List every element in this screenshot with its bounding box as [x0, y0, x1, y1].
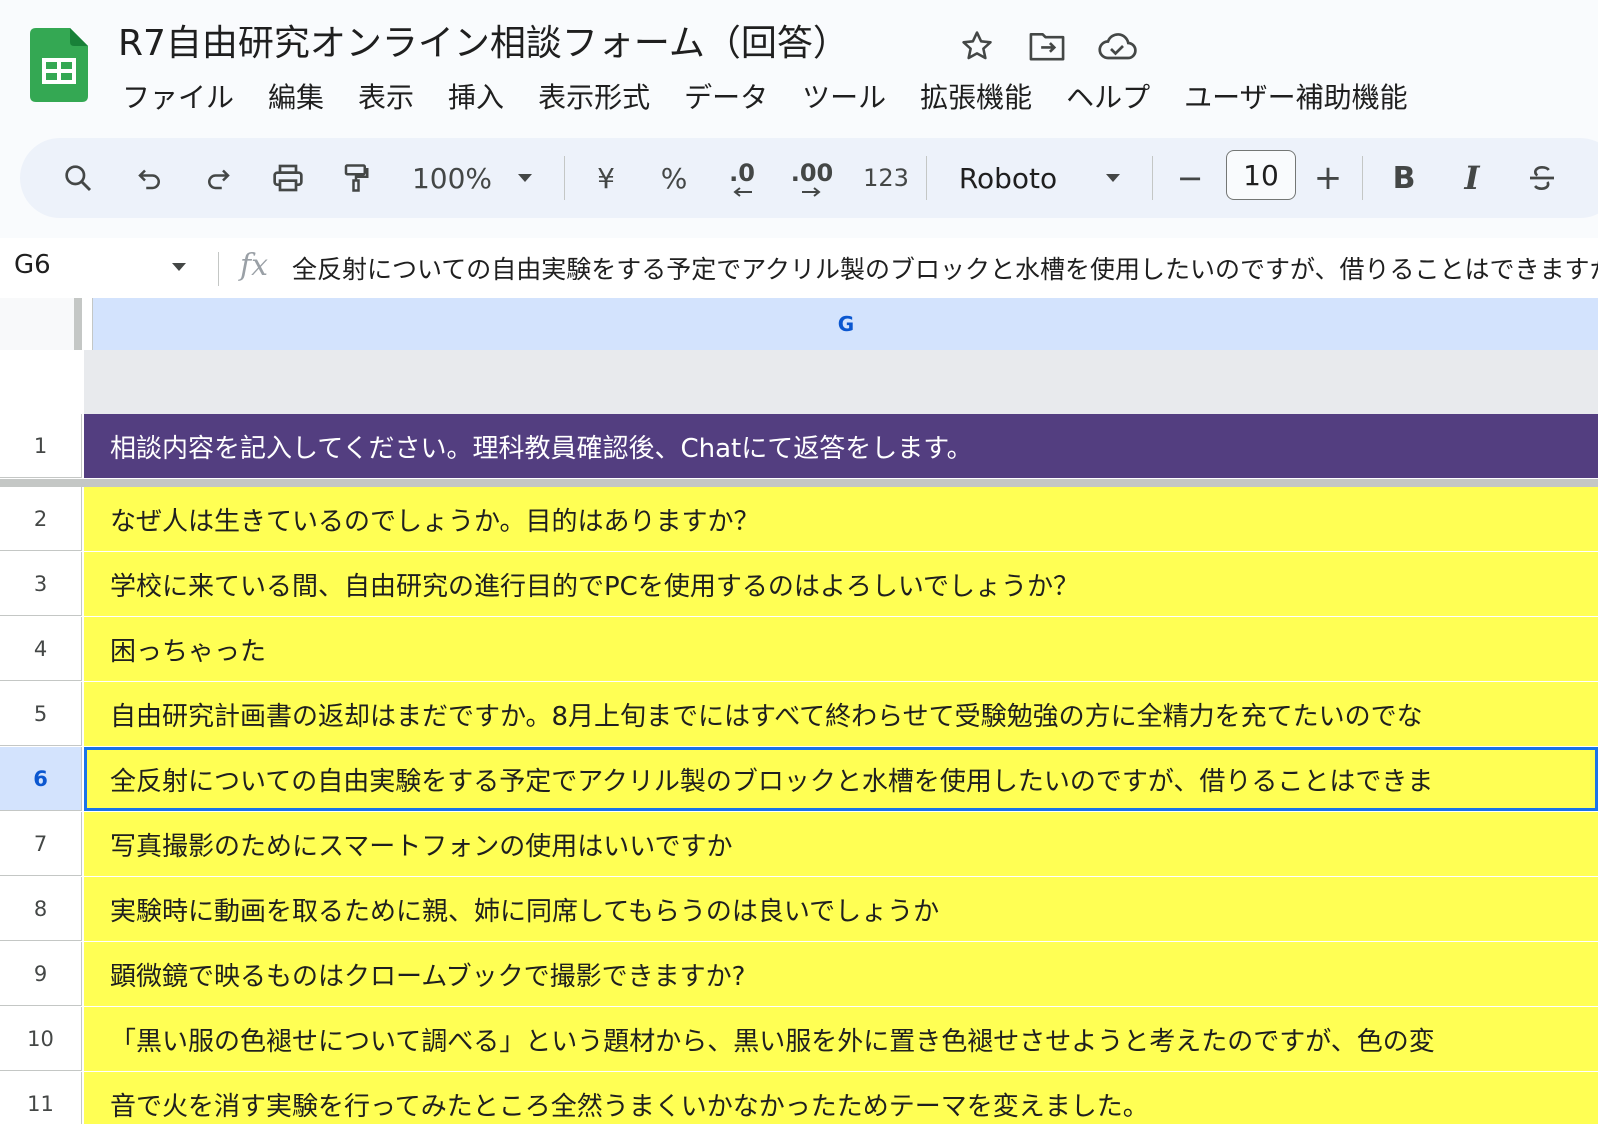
spreadsheet-grid: G 1 相談内容を記入してください。理科教員確認後、Chatにて返答をします。 … [0, 298, 1598, 1124]
paint-format-icon[interactable] [334, 138, 378, 218]
number-format-button[interactable]: 123 [856, 138, 916, 218]
menu-edit[interactable]: 編集 [268, 76, 324, 116]
row-header[interactable]: 1 [0, 414, 82, 478]
name-box-dropdown-icon[interactable] [170, 258, 188, 277]
table-row: 8 実験時に動画を取るために親、姉に同席してもらうのは良いでしょうか [0, 877, 1598, 942]
star-icon[interactable] [955, 26, 999, 66]
menu-format[interactable]: 表示形式 [538, 76, 650, 116]
menu-file[interactable]: ファイル [122, 76, 234, 116]
menu-help[interactable]: ヘルプ [1066, 76, 1150, 116]
data-cell[interactable]: 困っちゃった [84, 617, 1598, 681]
menu-data[interactable]: データ [684, 76, 768, 116]
undo-icon[interactable] [128, 138, 172, 218]
row-header-selected[interactable]: 6 [0, 747, 82, 811]
toolbar-divider [1152, 156, 1153, 200]
freeze-column-handle[interactable] [74, 298, 82, 350]
menu-extensions[interactable]: 拡張機能 [920, 76, 1032, 116]
table-row: 5 自由研究計画書の返却はまだですか。8月上旬までにはすべて終わらせて受験勉強の… [0, 682, 1598, 747]
column-header-g[interactable]: G [92, 298, 1598, 351]
sheets-logo-icon[interactable] [30, 28, 88, 102]
percent-format-button[interactable]: % [654, 138, 694, 218]
header-cell[interactable]: 相談内容を記入してください。理科教員確認後、Chatにて返答をします。 [84, 414, 1598, 478]
row-header[interactable]: 7 [0, 812, 82, 876]
table-row: 6 全反射についての自由実験をする予定でアクリル製のブロックと水槽を使用したいの… [0, 747, 1598, 812]
decrease-decimal-button[interactable]: .0 [720, 138, 764, 218]
font-size-input[interactable]: 10 [1226, 150, 1296, 200]
menu-accessibility[interactable]: ユーザー補助機能 [1184, 76, 1407, 116]
menu-tools[interactable]: ツール [802, 76, 886, 116]
font-dropdown-icon[interactable] [1098, 138, 1128, 218]
data-cell[interactable]: 音で火を消す実験を行ってみたところ全然うまくいかなかったためテーマを変えました。 [84, 1072, 1598, 1124]
menu-bar: ファイル 編集 表示 挿入 表示形式 データ ツール 拡張機能 ヘルプ ユーザー… [122, 76, 1408, 116]
filler-row [0, 350, 1598, 415]
data-cell[interactable]: 顕微鏡で映るものはクロームブックで撮影できますか? [84, 942, 1598, 1006]
toolbar-divider [1362, 156, 1363, 200]
zoom-select[interactable]: 100% [402, 138, 502, 218]
row-header[interactable]: 5 [0, 682, 82, 746]
redo-icon[interactable] [196, 138, 240, 218]
formula-bar: G6 fx 全反射についての自由実験をする予定でアクリル製のブロックと水槽を使用… [0, 238, 1598, 299]
select-all-corner[interactable] [0, 298, 82, 351]
menu-view[interactable]: 表示 [358, 76, 414, 116]
arrow-right-icon [802, 187, 821, 197]
decrease-font-size-button[interactable]: − [1170, 138, 1210, 218]
toolbar: 100% ¥ % .0 .00 123 Roboto − + B I [20, 138, 1598, 218]
arrow-left-icon [733, 187, 752, 197]
bold-button[interactable]: B [1384, 138, 1424, 218]
zoom-dropdown-icon[interactable] [510, 138, 540, 218]
menu-insert[interactable]: 挿入 [448, 76, 504, 116]
table-row: 3 学校に来ている間、自由研究の進行目的でPCを使用するのはよろしいでしょうか？ [0, 552, 1598, 617]
strikethrough-icon[interactable] [1520, 138, 1564, 218]
table-row: 10 「黒い服の色褪せについて調べる」という題材から、黒い服を外に置き色褪せさせ… [0, 1007, 1598, 1072]
italic-button[interactable]: I [1452, 138, 1492, 218]
increase-font-size-button[interactable]: + [1308, 138, 1348, 218]
increase-decimal-button[interactable]: .00 [788, 138, 836, 218]
table-row: 9 顕微鏡で映るものはクロームブックで撮影できますか? [0, 942, 1598, 1007]
table-row: 1 相談内容を記入してください。理科教員確認後、Chatにて返答をします。 [0, 414, 1598, 479]
freeze-row-divider[interactable] [0, 479, 1598, 487]
app-header: R7自由研究オンライン相談フォーム（回答） ファイル 編集 表示 挿入 表示形式… [0, 0, 1598, 130]
data-cell[interactable]: 「黒い服の色褪せについて調べる」という題材から、黒い服を外に置き色褪せさせようと… [84, 1007, 1598, 1071]
table-row: 7 写真撮影のためにスマートフォンの使用はいいですか [0, 812, 1598, 877]
row-header[interactable]: 10 [0, 1007, 82, 1071]
selected-cell[interactable]: 全反射についての自由実験をする予定でアクリル製のブロックと水槽を使用したいのです… [84, 747, 1598, 811]
row-header[interactable]: 3 [0, 552, 82, 616]
row-header-blank [0, 350, 82, 415]
print-icon[interactable] [266, 138, 310, 218]
row-header[interactable]: 4 [0, 617, 82, 681]
data-cell[interactable]: 写真撮影のためにスマートフォンの使用はいいですか [84, 812, 1598, 876]
toolbar-divider [926, 156, 927, 200]
document-title[interactable]: R7自由研究オンライン相談フォーム（回答） [118, 14, 849, 66]
data-cell[interactable]: 自由研究計画書の返却はまだですか。8月上旬までにはすべて終わらせて受験勉強の方に… [84, 682, 1598, 746]
toolbar-divider [564, 156, 565, 200]
data-cell[interactable]: 学校に来ている間、自由研究の進行目的でPCを使用するのはよろしいでしょうか？ [84, 552, 1598, 616]
row-header[interactable]: 11 [0, 1072, 82, 1124]
data-cell[interactable]: なぜ人は生きているのでしょうか。目的はありますか？ [84, 487, 1598, 551]
cloud-saved-icon[interactable] [1095, 26, 1139, 66]
data-cell[interactable]: 実験時に動画を取るために親、姉に同席してもらうのは良いでしょうか [84, 877, 1598, 941]
table-row: 11 音で火を消す実験を行ってみたところ全然うまくいかなかったためテーマを変えま… [0, 1072, 1598, 1124]
row-header[interactable]: 2 [0, 487, 82, 551]
fx-icon: fx [240, 248, 269, 283]
blank-cell[interactable] [84, 350, 1598, 414]
row-header[interactable]: 9 [0, 942, 82, 1006]
increase-decimal-label: .00 [790, 159, 834, 187]
row-header[interactable]: 8 [0, 877, 82, 941]
table-row: 2 なぜ人は生きているのでしょうか。目的はありますか？ [0, 487, 1598, 552]
font-select[interactable]: Roboto [946, 138, 1070, 218]
decrease-decimal-label: .0 [729, 159, 755, 187]
move-folder-icon[interactable] [1025, 26, 1069, 66]
formula-divider [218, 252, 219, 286]
name-box[interactable]: G6 [14, 250, 51, 280]
table-row: 4 困っちゃった [0, 617, 1598, 682]
formula-input[interactable]: 全反射についての自由実験をする予定でアクリル製のブロックと水槽を使用したいのです… [292, 250, 1598, 286]
search-icon[interactable] [56, 138, 100, 218]
currency-format-button[interactable]: ¥ [586, 138, 626, 218]
